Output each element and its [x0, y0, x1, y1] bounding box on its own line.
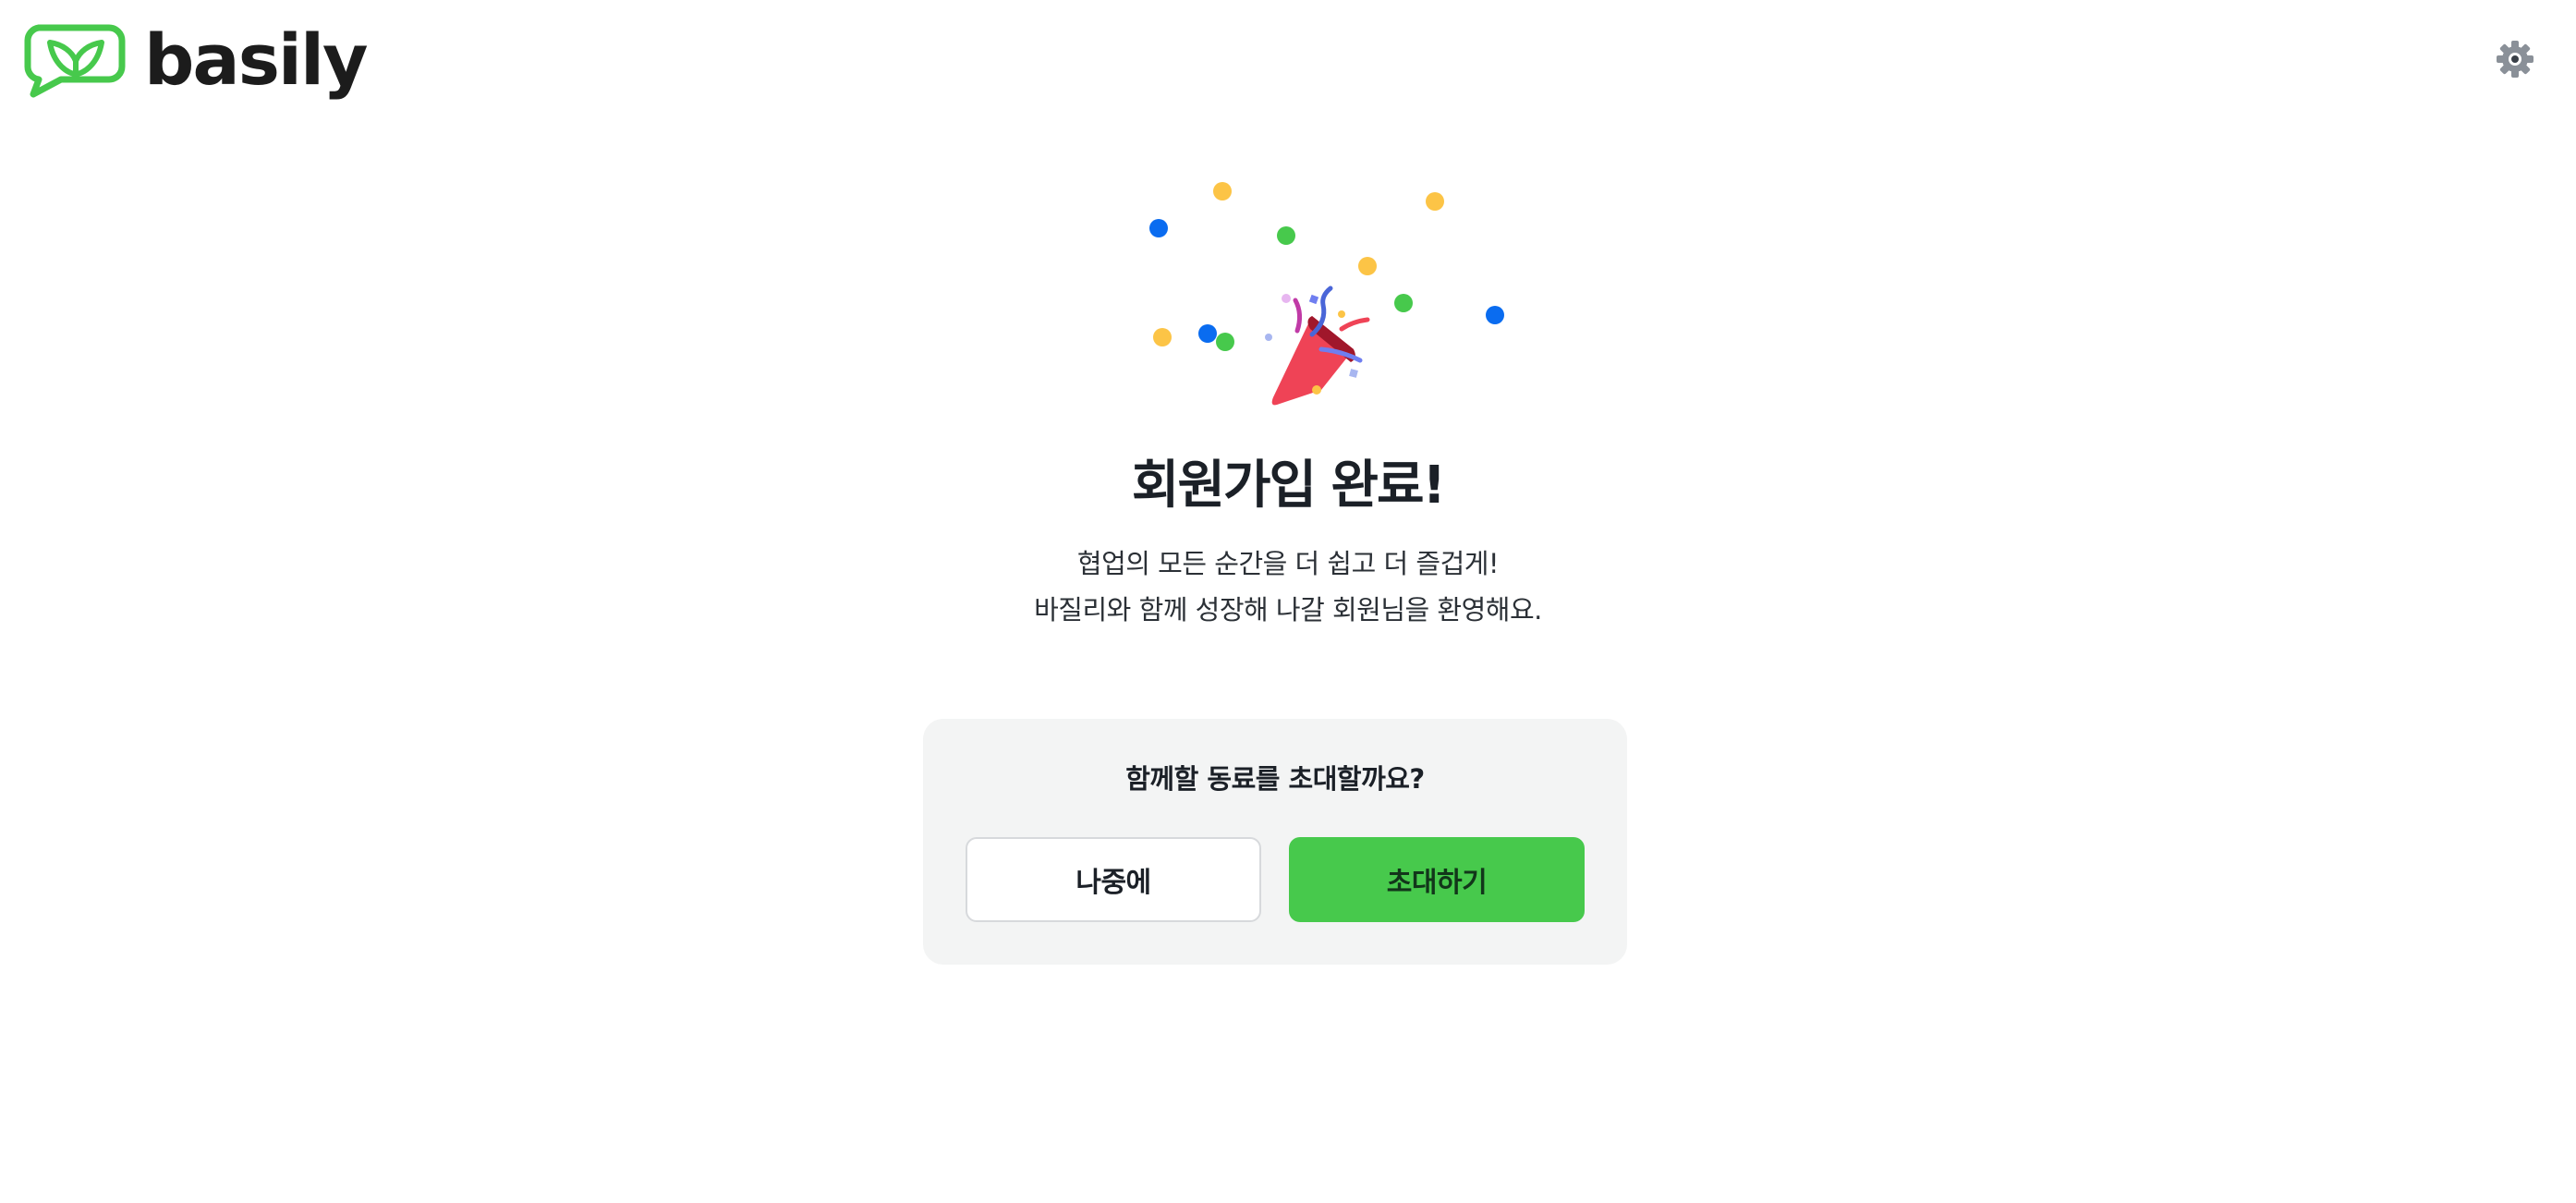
welcome-message: 협업의 모든 순간을 더 쉽고 더 즐겁게! 바질리와 함께 성장해 나갈 회원… [0, 541, 2576, 633]
confetti-dot [1198, 324, 1217, 343]
header: basily [0, 0, 2576, 129]
invite-question: 함께할 동료를 초대할까요? [1125, 763, 1425, 795]
invite-button[interactable]: 초대하기 [1289, 837, 1585, 922]
confetti-dot [1426, 192, 1444, 211]
leaf-speech-bubble-icon [24, 24, 126, 98]
confetti-dot [1394, 294, 1413, 312]
confetti-dot [1216, 333, 1234, 351]
invite-card: 함께할 동료를 초대할까요? 나중에 초대하기 [923, 719, 1627, 965]
welcome-message-line: 바질리와 함께 성장해 나갈 회원님을 환영해요. [1034, 594, 1542, 626]
confetti-dot [1277, 226, 1295, 245]
confetti-dot [1486, 306, 1504, 324]
confetti-dot [1149, 219, 1168, 237]
welcome-message-line: 협업의 모든 순간을 더 쉽고 더 즐겁게! [1076, 548, 1500, 579]
confetti-dot [1153, 328, 1172, 346]
later-button[interactable]: 나중에 [966, 837, 1261, 922]
brand-logo[interactable]: basily [20, 18, 369, 102]
confetti-dot [1213, 182, 1232, 200]
page-title: 회원가입 완료! [1131, 456, 1446, 516]
confetti-dot [1358, 257, 1377, 275]
gear-icon[interactable] [2495, 39, 2535, 79]
party-popper-icon [1149, 182, 1504, 406]
brand-name: basily [144, 18, 369, 101]
